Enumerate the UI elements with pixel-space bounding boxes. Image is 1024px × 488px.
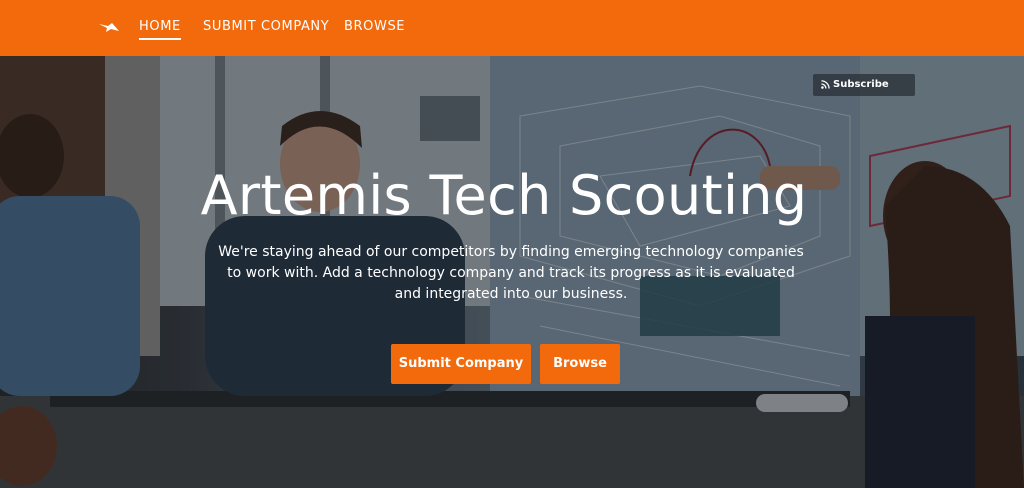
submit-company-button[interactable]: Submit Company	[391, 344, 531, 384]
page-title: Artemis Tech Scouting	[200, 164, 808, 227]
hero-tagline: We're staying ahead of our competitors b…	[218, 244, 804, 302]
browse-button[interactable]: Browse	[540, 344, 620, 384]
top-navbar: HOME SUBMIT COMPANY BROWSE	[0, 0, 1024, 56]
nav-home-link[interactable]: HOME	[139, 19, 181, 40]
nav-submit-company-link[interactable]: SUBMIT COMPANY	[203, 19, 329, 35]
bird-logo-icon[interactable]	[98, 19, 120, 35]
hero-section: Subscribe Artemis Tech Scouting We're st…	[0, 56, 1024, 488]
subscribe-button[interactable]: Subscribe	[813, 74, 915, 96]
nav-browse-link[interactable]: BROWSE	[344, 19, 405, 35]
subscribe-label: Subscribe	[833, 79, 889, 90]
rss-icon	[821, 80, 830, 89]
